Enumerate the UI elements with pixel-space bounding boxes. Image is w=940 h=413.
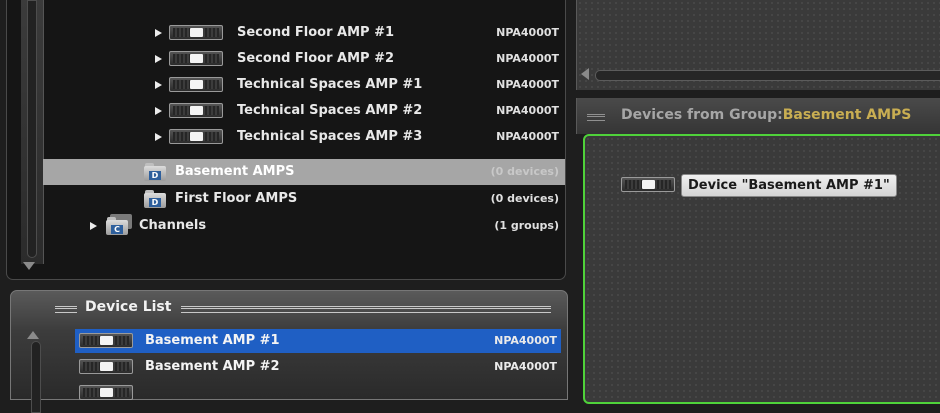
device-list-row[interactable] (75, 381, 561, 405)
tree-row-type: NPA4000T (496, 104, 559, 117)
tree-row-type: NPA4000T (496, 26, 559, 39)
tree-row-count: (0 devices) (490, 192, 559, 205)
group-devices-dropzone[interactable]: Device "Basement AMP #1" (583, 134, 940, 404)
disclosure-triangle-icon[interactable] (155, 81, 162, 89)
amplifier-icon (621, 177, 675, 192)
horizontal-scrollbar[interactable] (595, 70, 940, 81)
device-list-panel: Device List Basement AMP #1 NPA4000T Bas… (10, 290, 568, 413)
grip-icon (55, 306, 77, 313)
scrollbar-track[interactable] (27, 0, 37, 258)
tree-row-type: NPA4000T (496, 52, 559, 65)
disclosure-triangle-icon[interactable] (90, 222, 97, 230)
amplifier-icon (169, 103, 223, 118)
device-row-label: Basement AMP #1 (145, 333, 280, 348)
scroll-left-arrow-icon[interactable] (581, 68, 589, 80)
tree-row-device[interactable]: Technical Spaces AMP #3 NPA4000T (43, 124, 565, 150)
group-title-prefix: Devices from Group: (621, 107, 783, 123)
tree-row-label: Second Floor AMP #1 (237, 25, 395, 40)
tree-row-label: Technical Spaces AMP #3 (237, 129, 423, 144)
group-folder-icon: D (144, 190, 166, 208)
tree-row-device[interactable]: Second Floor AMP #2 NPA4000T (43, 46, 565, 72)
tree-row-group-first-floor[interactable]: D First Floor AMPS (0 devices) (43, 186, 565, 212)
device-row-type: NPA4000T (494, 360, 557, 373)
group-device-label: Device "Basement AMP #1" (681, 174, 897, 197)
tree-row-label: First Floor AMPS (175, 191, 298, 206)
amplifier-icon (169, 25, 223, 40)
amplifier-icon (169, 77, 223, 92)
tree-row-device[interactable]: Technical Spaces AMP #1 NPA4000T (43, 72, 565, 98)
amplifier-icon (169, 129, 223, 144)
disclosure-triangle-icon[interactable] (155, 29, 162, 37)
tree-row-label: Basement AMPS (175, 164, 295, 179)
tree-row-type: NPA4000T (496, 78, 559, 91)
disclosure-triangle-icon[interactable] (155, 107, 162, 115)
channels-folder-icon: C (106, 214, 132, 235)
amplifier-icon (79, 385, 133, 400)
group-devices-header[interactable]: Devices from Group:Basement AMPS (576, 98, 940, 134)
group-folder-icon: D (144, 163, 166, 181)
device-list-row[interactable]: Basement AMP #1 NPA4000T (75, 329, 561, 353)
tree-row-group-basement[interactable]: D Basement AMPS (0 devices) (43, 159, 565, 185)
device-list-scrollbar[interactable] (25, 327, 45, 413)
tree-row-count: (0 devices) (490, 165, 559, 178)
tree-row-channels[interactable]: C Channels (1 groups) (43, 213, 565, 239)
disclosure-triangle-icon[interactable] (155, 55, 162, 63)
folder-badge: C (111, 225, 123, 234)
device-row-label: Basement AMP #2 (145, 359, 280, 374)
canvas-area (576, 0, 940, 90)
amplifier-icon (79, 359, 133, 374)
disclosure-triangle-icon[interactable] (155, 133, 162, 141)
device-row-type: NPA4000T (494, 334, 557, 347)
scroll-down-arrow-icon[interactable] (23, 262, 35, 270)
tree-row-device[interactable]: Technical Spaces AMP #2 NPA4000T (43, 98, 565, 124)
tree-row-label: Technical Spaces AMP #1 (237, 77, 423, 92)
device-list-title: Device List (85, 299, 172, 315)
grip-icon (587, 114, 605, 121)
group-devices-title: Devices from Group:Basement AMPS (621, 107, 911, 123)
tree-row-label: Channels (139, 218, 207, 233)
device-list-header[interactable]: Device List (11, 291, 567, 325)
tree-row-label: Technical Spaces AMP #2 (237, 103, 423, 118)
tree-row-count: (1 groups) (494, 219, 559, 232)
tree-row-device[interactable]: Second Floor AMP #1 NPA4000T (43, 20, 565, 46)
tree-vertical-scrollbar[interactable] (21, 0, 44, 270)
grip-icon (181, 306, 551, 313)
scrollbar-track[interactable] (31, 341, 41, 413)
tree-row-label: Second Floor AMP #2 (237, 51, 395, 66)
amplifier-icon (79, 333, 133, 348)
scroll-up-arrow-icon[interactable] (27, 331, 39, 339)
folder-badge: D (149, 198, 161, 207)
device-tree-panel: Second Floor AMP #1 NPA4000T Second Floo… (6, 0, 566, 280)
amplifier-icon (169, 51, 223, 66)
folder-badge: D (149, 171, 161, 180)
group-title-name: Basement AMPS (782, 107, 912, 123)
tree-row-type: NPA4000T (496, 130, 559, 143)
device-list-row[interactable]: Basement AMP #2 NPA4000T (75, 355, 561, 379)
